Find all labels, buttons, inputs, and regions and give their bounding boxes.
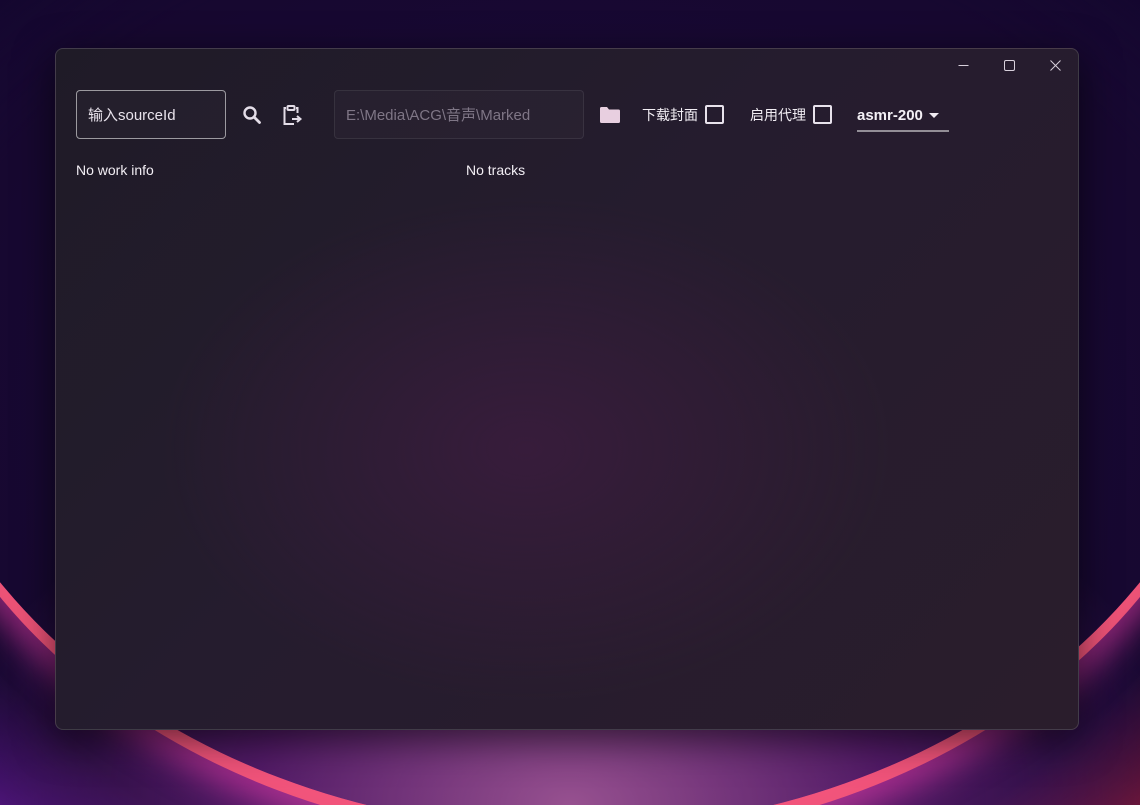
enable-proxy-checkbox[interactable]: 启用代理 [750, 105, 832, 125]
work-info-panel: No work info [76, 162, 154, 178]
minimize-button[interactable] [940, 49, 986, 81]
download-cover-label: 下载封面 [642, 106, 698, 123]
source-select[interactable]: asmr-200 [857, 98, 949, 132]
chevron-down-icon [928, 113, 939, 118]
maximize-button[interactable] [986, 49, 1032, 81]
close-button[interactable] [1032, 49, 1078, 81]
tracks-text: No tracks [466, 162, 526, 178]
download-cover-checkbox[interactable]: 下载封面 [642, 105, 724, 125]
folder-icon [600, 106, 620, 123]
clipboard-paste-icon [283, 104, 303, 125]
minimize-icon [958, 64, 968, 66]
app-window: 输入sourceId E:\Media\ACG\音声\Marked 下载封面 启… [55, 48, 1079, 730]
close-icon [1049, 59, 1061, 71]
paste-button[interactable] [274, 97, 310, 133]
output-path-input[interactable]: E:\Media\ACG\音声\Marked [334, 90, 584, 139]
browse-folder-button[interactable] [592, 97, 628, 133]
output-path-placeholder: E:\Media\ACG\音声\Marked [346, 107, 531, 124]
download-cover-box[interactable] [705, 105, 724, 124]
enable-proxy-label: 启用代理 [750, 106, 806, 123]
toolbar: 输入sourceId E:\Media\ACG\音声\Marked 下载封面 启… [76, 90, 949, 139]
maximize-icon [1003, 59, 1015, 71]
search-icon [243, 105, 261, 124]
source-id-placeholder: 输入sourceId [88, 107, 176, 124]
source-select-value: asmr-200 [857, 107, 923, 124]
enable-proxy-box[interactable] [813, 105, 832, 124]
search-button[interactable] [234, 97, 270, 133]
window-caption-controls [940, 49, 1078, 81]
tracks-panel: No tracks [466, 162, 525, 178]
source-id-input[interactable]: 输入sourceId [76, 90, 226, 139]
work-info-text: No work info [76, 162, 154, 178]
